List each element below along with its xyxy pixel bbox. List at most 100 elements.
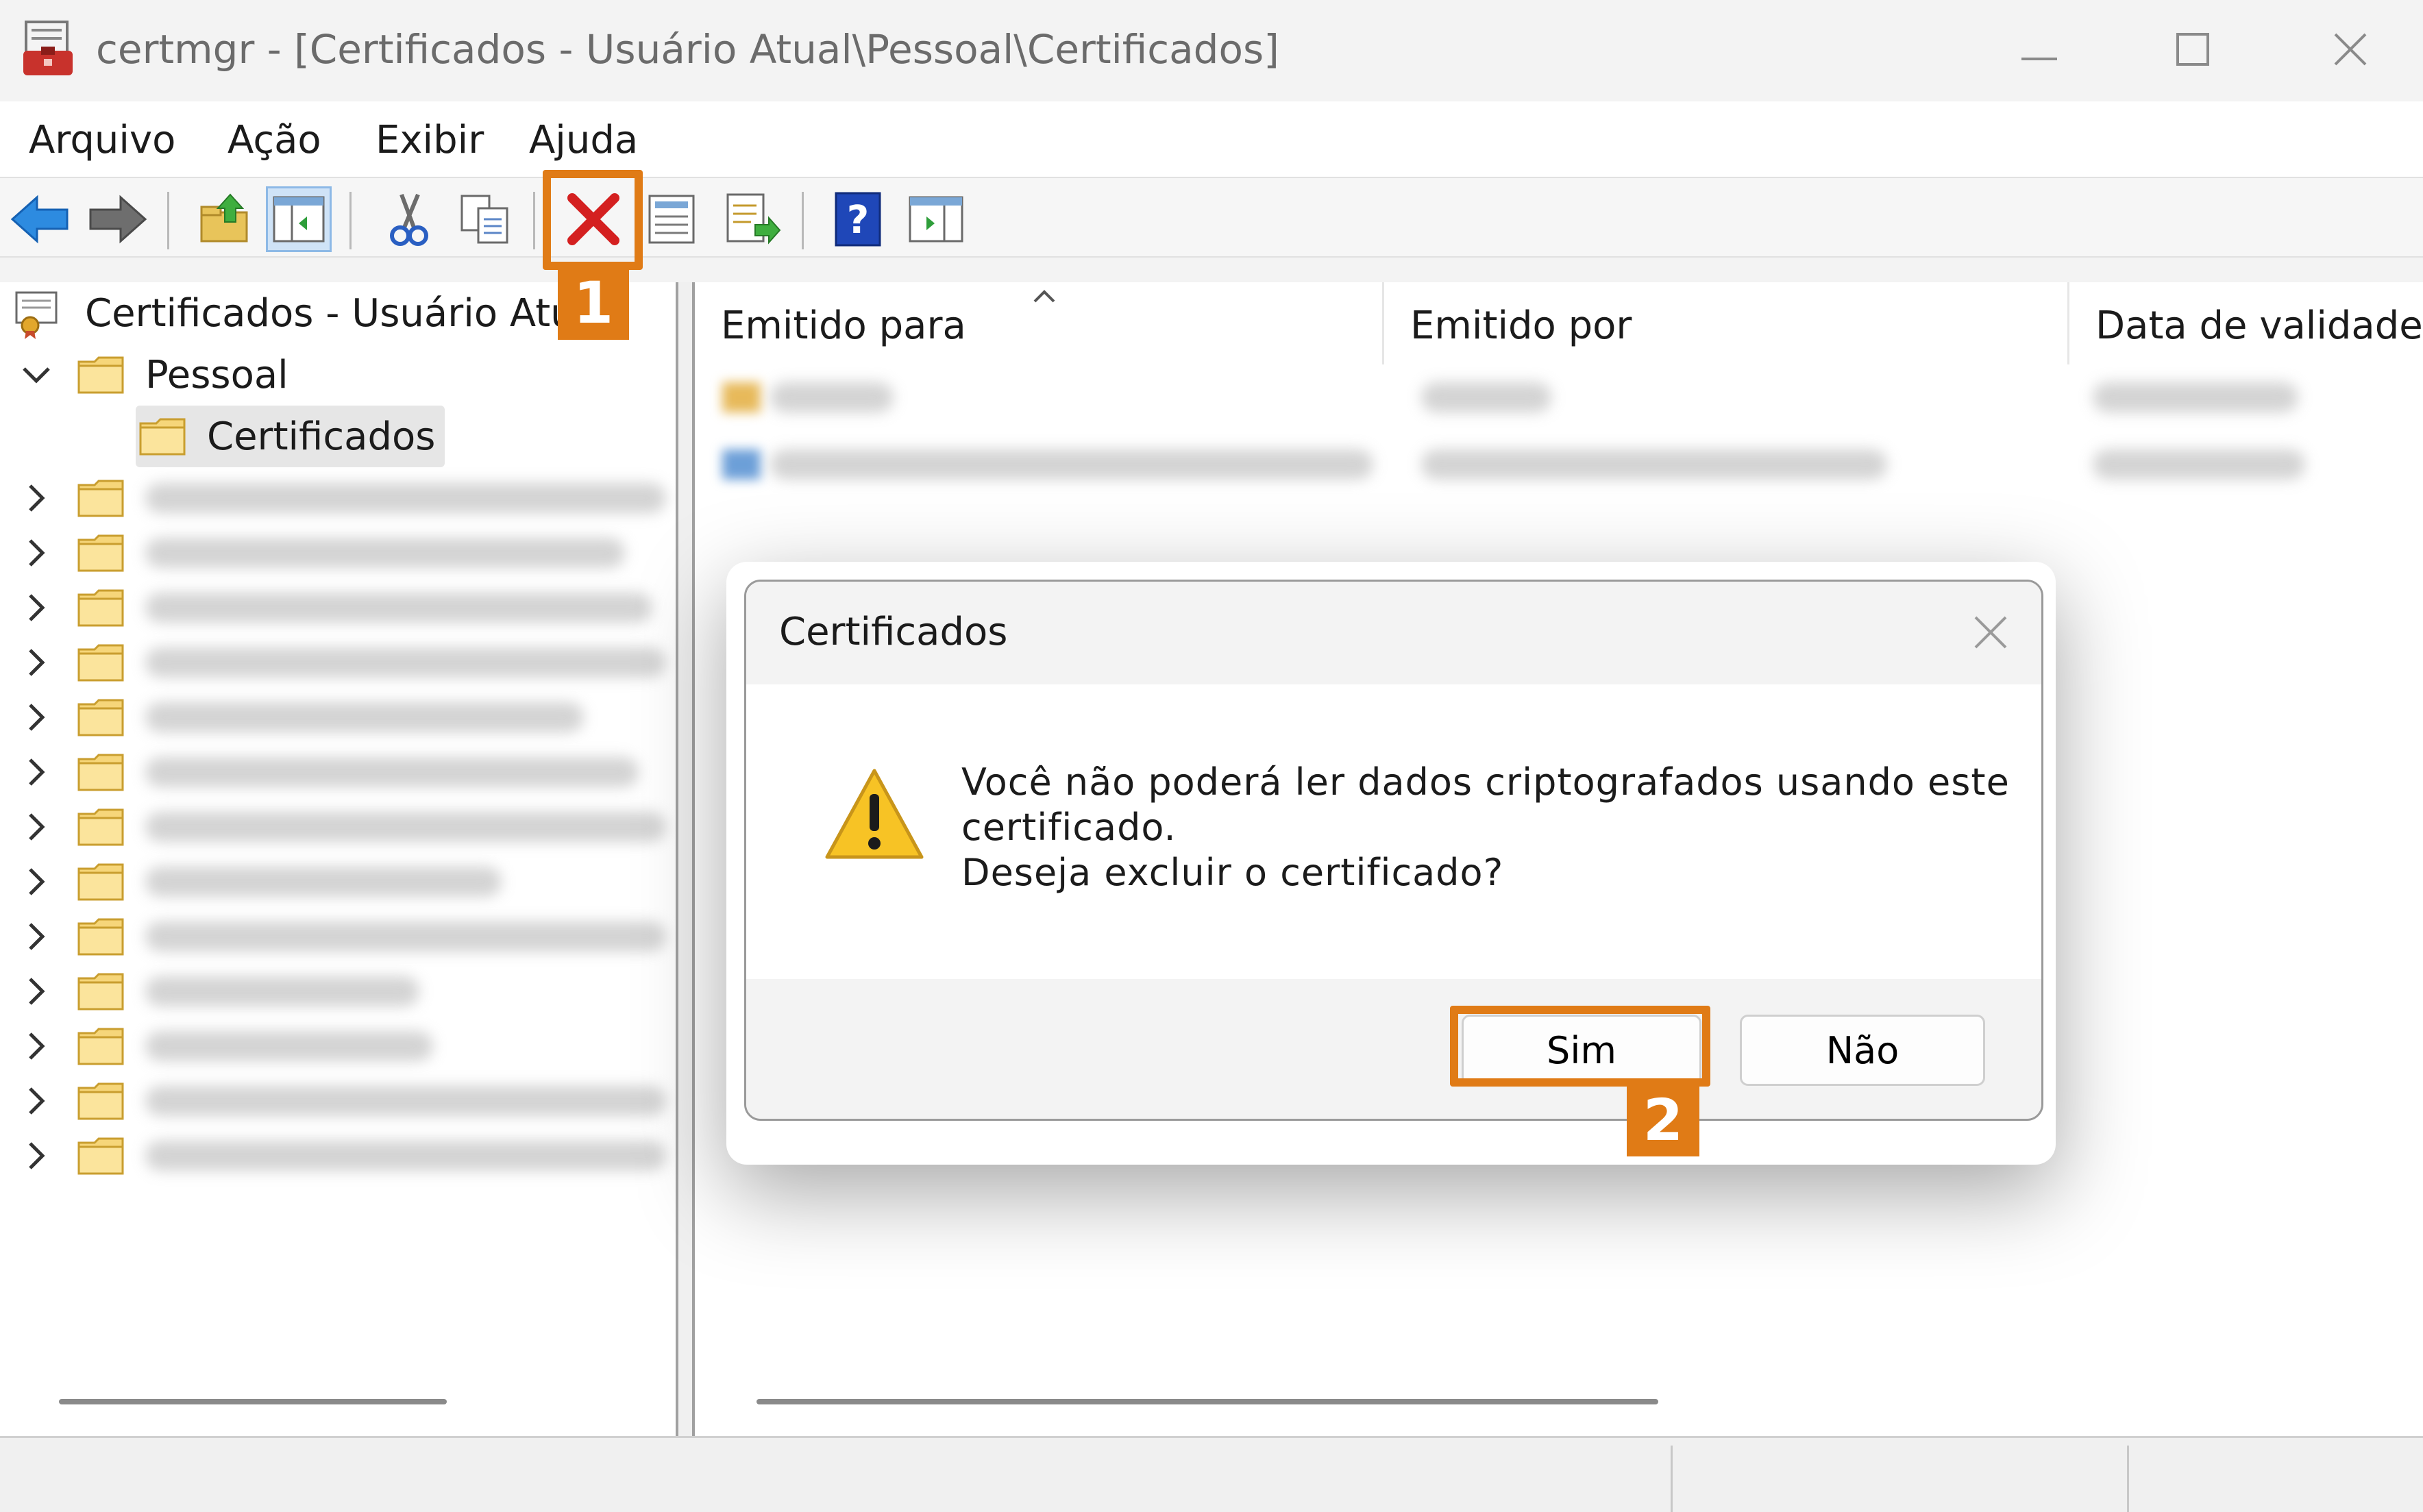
folder-icon xyxy=(77,356,124,394)
chevron-right-icon[interactable] xyxy=(19,1029,53,1063)
tree-item-obscured[interactable] xyxy=(19,796,666,858)
table-row[interactable] xyxy=(709,437,2415,492)
close-icon xyxy=(1974,616,2007,649)
folder-icon xyxy=(77,480,124,517)
folder-icon xyxy=(77,1137,124,1175)
obscured-label xyxy=(145,976,419,1006)
obscured-label xyxy=(145,483,666,513)
dialog-message-line: certificado. xyxy=(961,806,1177,849)
no-button[interactable]: Não xyxy=(1740,1015,1985,1086)
chevron-down-icon[interactable] xyxy=(19,358,53,392)
obscured-label xyxy=(145,647,666,678)
chevron-right-icon[interactable] xyxy=(19,700,53,734)
dialog-close-button[interactable] xyxy=(1963,605,2018,660)
chevron-right-icon[interactable] xyxy=(19,536,53,570)
tree-root[interactable]: Certificados - Usuário Atual xyxy=(12,282,609,344)
tree-item-obscured[interactable] xyxy=(19,632,666,693)
action-pane-icon xyxy=(909,196,963,243)
up-folder-icon xyxy=(200,193,248,243)
chevron-right-icon[interactable] xyxy=(19,481,53,515)
chevron-right-icon[interactable] xyxy=(19,1084,53,1118)
properties-button[interactable] xyxy=(639,186,704,252)
help-button[interactable]: ? xyxy=(825,186,891,252)
chevron-right-icon[interactable] xyxy=(19,919,53,954)
folder-icon xyxy=(77,1028,124,1065)
tree-item-obscured[interactable] xyxy=(19,577,652,639)
maximize-button[interactable] xyxy=(2124,16,2261,82)
folder-icon xyxy=(77,1082,124,1120)
status-divider xyxy=(2127,1446,2129,1512)
chevron-right-icon[interactable] xyxy=(19,1139,53,1173)
minimize-icon xyxy=(2021,58,2057,60)
tree-item-obscured[interactable] xyxy=(19,961,419,1022)
minimize-button[interactable] xyxy=(1971,16,2108,82)
obscured-label xyxy=(145,538,625,568)
step-2-highlight xyxy=(1450,1006,1710,1087)
tree-pane[interactable]: Certificados - Usuário Atual Pessoal Cer… xyxy=(0,282,678,1436)
list-horizontal-scrollbar[interactable] xyxy=(757,1399,1658,1404)
column-label: Emitido por xyxy=(1410,303,1632,348)
pane-splitter[interactable] xyxy=(678,282,692,1436)
tree-item-pessoal[interactable]: Pessoal xyxy=(19,344,288,406)
obscured-label xyxy=(145,812,666,842)
tree-item-obscured[interactable] xyxy=(19,1015,433,1077)
table-row[interactable] xyxy=(709,370,2415,425)
obscured-label xyxy=(145,593,652,623)
step-1-highlight xyxy=(543,170,643,270)
tree-root-label: Certificados - Usuário Atual xyxy=(85,290,609,336)
tree-item-obscured[interactable] xyxy=(19,851,502,913)
forward-button[interactable] xyxy=(85,186,151,252)
back-arrow-icon xyxy=(10,195,69,244)
certificate-icon xyxy=(722,382,761,412)
tree-item-obscured[interactable] xyxy=(19,1070,666,1132)
tree-item-obscured[interactable] xyxy=(19,522,625,584)
toolbar-separator xyxy=(802,192,804,249)
tree-item-obscured[interactable] xyxy=(19,467,666,529)
blurred-cell xyxy=(1421,382,1551,412)
column-label: Emitido para xyxy=(721,303,966,348)
action-pane-button[interactable] xyxy=(903,186,969,252)
copy-button[interactable] xyxy=(452,186,518,252)
tree-item-obscured[interactable] xyxy=(19,906,666,967)
tree-item-obscured[interactable] xyxy=(19,686,584,748)
help-icon: ? xyxy=(835,192,881,247)
chevron-right-icon[interactable] xyxy=(19,645,53,680)
folder-icon xyxy=(77,754,124,791)
tree-horizontal-scrollbar[interactable] xyxy=(59,1399,447,1404)
export-list-button[interactable] xyxy=(719,186,785,252)
obscured-label xyxy=(145,1086,666,1116)
obscured-label xyxy=(145,867,502,897)
column-label: Data de validade xyxy=(2095,303,2423,348)
menu-exibir[interactable]: Exibir xyxy=(376,110,484,171)
column-header-emitido-por[interactable]: Emitido por xyxy=(1384,282,2069,364)
menu-bar xyxy=(0,101,2423,177)
folder-icon xyxy=(77,534,124,572)
svg-text:?: ? xyxy=(847,198,869,243)
chevron-right-icon[interactable] xyxy=(19,865,53,899)
menu-acao[interactable]: Ação xyxy=(227,110,321,171)
properties-icon xyxy=(648,195,695,244)
toolbar xyxy=(0,177,2423,258)
chevron-right-icon[interactable] xyxy=(19,591,53,625)
folder-icon xyxy=(139,418,186,456)
show-hide-tree-button[interactable] xyxy=(266,186,332,252)
column-header-data-validade[interactable]: Data de validade xyxy=(2069,282,2423,364)
folder-icon xyxy=(77,973,124,1011)
chevron-right-icon[interactable] xyxy=(19,810,53,844)
chevron-right-icon[interactable] xyxy=(19,755,53,789)
back-button[interactable] xyxy=(7,186,73,252)
status-divider xyxy=(1671,1446,1673,1512)
cut-button[interactable] xyxy=(376,186,441,252)
menu-ajuda[interactable]: Ajuda xyxy=(529,110,638,171)
tree-item-obscured[interactable] xyxy=(19,1125,666,1187)
tree-item-certificados[interactable]: Certificados xyxy=(136,406,445,467)
close-window-button[interactable] xyxy=(2282,16,2419,82)
tree-item-obscured[interactable] xyxy=(19,741,639,803)
copy-icon xyxy=(460,195,508,244)
chevron-right-icon[interactable] xyxy=(19,974,53,1008)
menu-arquivo[interactable]: Arquivo xyxy=(29,110,175,171)
folder-icon xyxy=(77,699,124,736)
step-2-badge: 2 xyxy=(1627,1084,1699,1156)
blurred-cell xyxy=(770,449,1373,480)
up-one-level-button[interactable] xyxy=(192,186,258,252)
